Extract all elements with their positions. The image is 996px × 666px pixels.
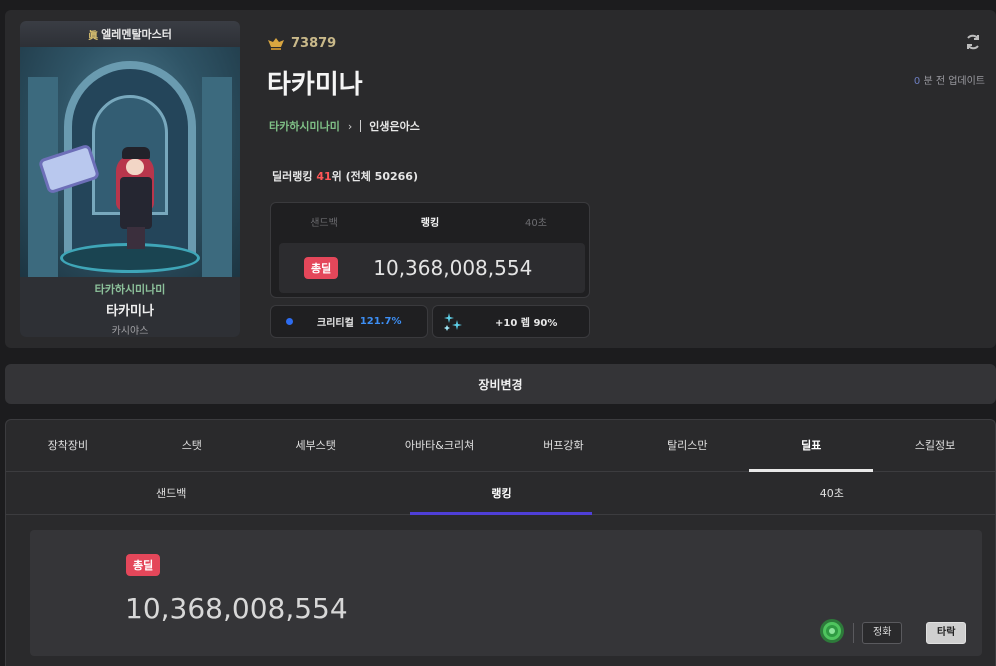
card-banner: 眞 엘레멘탈마스터 bbox=[20, 21, 240, 47]
total-damage-value: 10,368,008,554 bbox=[373, 256, 533, 280]
tab-stats[interactable]: 스탯 bbox=[130, 420, 254, 471]
critical-value: 121.7% bbox=[359, 316, 402, 327]
critical-label: 크리티컬 bbox=[317, 318, 354, 329]
ranking-number: 41 bbox=[316, 170, 332, 183]
total-damage-value: 10,368,008,554 bbox=[125, 592, 348, 625]
page: 眞 엘레멘탈마스터 타카하시미나미 타카미나 카시야스 73879 타카미나 타… bbox=[0, 0, 996, 666]
tab-talisman[interactable]: 탈리스만 bbox=[625, 420, 749, 471]
flower-icon bbox=[820, 619, 844, 643]
card-character-name: 타카미나 bbox=[106, 304, 154, 319]
damage-tab-ranking[interactable]: 랭킹 bbox=[377, 214, 483, 229]
guild-row: 타카하시미나미 › 인생은아스 bbox=[269, 118, 420, 134]
card-server-name: 카시야스 bbox=[111, 326, 149, 337]
purify-button[interactable]: 정화 bbox=[862, 622, 903, 644]
sub-tabs: 샌드백 랭킹 40초 bbox=[6, 473, 996, 515]
update-label: 분 전 업데이트 bbox=[923, 76, 985, 87]
character-card: 眞 엘레멘탈마스터 타카하시미나미 타카미나 카시야스 bbox=[20, 21, 240, 337]
character-artwork bbox=[20, 47, 240, 277]
character-sprite bbox=[112, 147, 158, 251]
crest-icon bbox=[268, 37, 284, 50]
job-title: 엘레멘탈마스터 bbox=[101, 28, 172, 41]
damage-tabs: 샌드백 랭킹 40초 bbox=[271, 203, 589, 239]
refresh-icon[interactable] bbox=[964, 33, 982, 51]
damage-summary-box: 샌드백 랭킹 40초 총딜 10,368,008,554 bbox=[270, 202, 590, 298]
detail-panel: 장착장비 스탯 세부스탯 아바타&크리쳐 버프강화 탈리스만 딜표 스킬정보 샌… bbox=[5, 419, 996, 666]
sub-tab-ranking[interactable]: 랭킹 bbox=[336, 473, 666, 515]
divider bbox=[853, 623, 854, 643]
sub-tab-sandbag[interactable]: 샌드백 bbox=[6, 473, 336, 514]
update-text: 0 분 전 업데이트 bbox=[914, 72, 985, 87]
level-row: 73879 bbox=[267, 36, 336, 51]
dot-icon bbox=[286, 318, 293, 325]
tab-avatar-creature[interactable]: 아바타&크리쳐 bbox=[378, 420, 502, 471]
damage-tab-sandbag[interactable]: 샌드백 bbox=[271, 214, 377, 229]
dealer-ranking: 딜러랭킹 41위 (전체 50266) bbox=[272, 170, 418, 183]
total-damage-badge: 총딜 bbox=[126, 554, 161, 576]
enhance-stat: +10 렙 90% bbox=[432, 305, 590, 338]
tab-skill-info[interactable]: 스킬정보 bbox=[873, 420, 996, 471]
tab-buff-enhance[interactable]: 버프강화 bbox=[502, 420, 626, 471]
guild-link[interactable]: 타카하시미나미 bbox=[269, 118, 340, 134]
job-emblem-icon: 眞 bbox=[88, 30, 99, 42]
profile-panel: 眞 엘레멘탈마스터 타카하시미나미 타카미나 카시야스 73879 타카미나 타… bbox=[5, 10, 996, 348]
equip-change-button[interactable]: 장비변경 bbox=[5, 364, 996, 404]
card-guild-name: 타카하시미나미 bbox=[94, 283, 166, 296]
enhance-label: +10 렙 90% bbox=[495, 318, 558, 329]
chevron-right-icon: › bbox=[347, 119, 353, 133]
update-count: 0 bbox=[913, 76, 921, 87]
tab-equipment[interactable]: 장착장비 bbox=[6, 420, 130, 471]
sub-tab-40sec[interactable]: 40초 bbox=[667, 473, 996, 514]
tab-damage-table[interactable]: 딜표 bbox=[749, 420, 874, 472]
adventure-name: 인생은아스 bbox=[369, 120, 420, 133]
critical-stat: 크리티컬 121.7% bbox=[270, 305, 428, 338]
damage-value-row: 총딜 10,368,008,554 bbox=[279, 243, 585, 293]
divider bbox=[360, 120, 362, 132]
damage-result-card: 총딜 10,368,008,554 정화 타락 bbox=[30, 530, 982, 656]
character-name: 타카미나 bbox=[267, 70, 363, 100]
card-info: 타카하시미나미 타카미나 카시야스 bbox=[20, 277, 240, 337]
main-tabs: 장착장비 스탯 세부스탯 아바타&크리쳐 버프강화 탈리스만 딜표 스킬정보 bbox=[6, 420, 996, 472]
level-value: 73879 bbox=[291, 36, 337, 51]
sparkle-icon bbox=[444, 312, 462, 331]
damage-tab-40sec[interactable]: 40초 bbox=[483, 214, 589, 229]
total-damage-badge: 총딜 bbox=[304, 257, 339, 279]
tab-detail-stats[interactable]: 세부스탯 bbox=[254, 420, 378, 471]
corrupt-button[interactable]: 타락 bbox=[926, 622, 967, 644]
